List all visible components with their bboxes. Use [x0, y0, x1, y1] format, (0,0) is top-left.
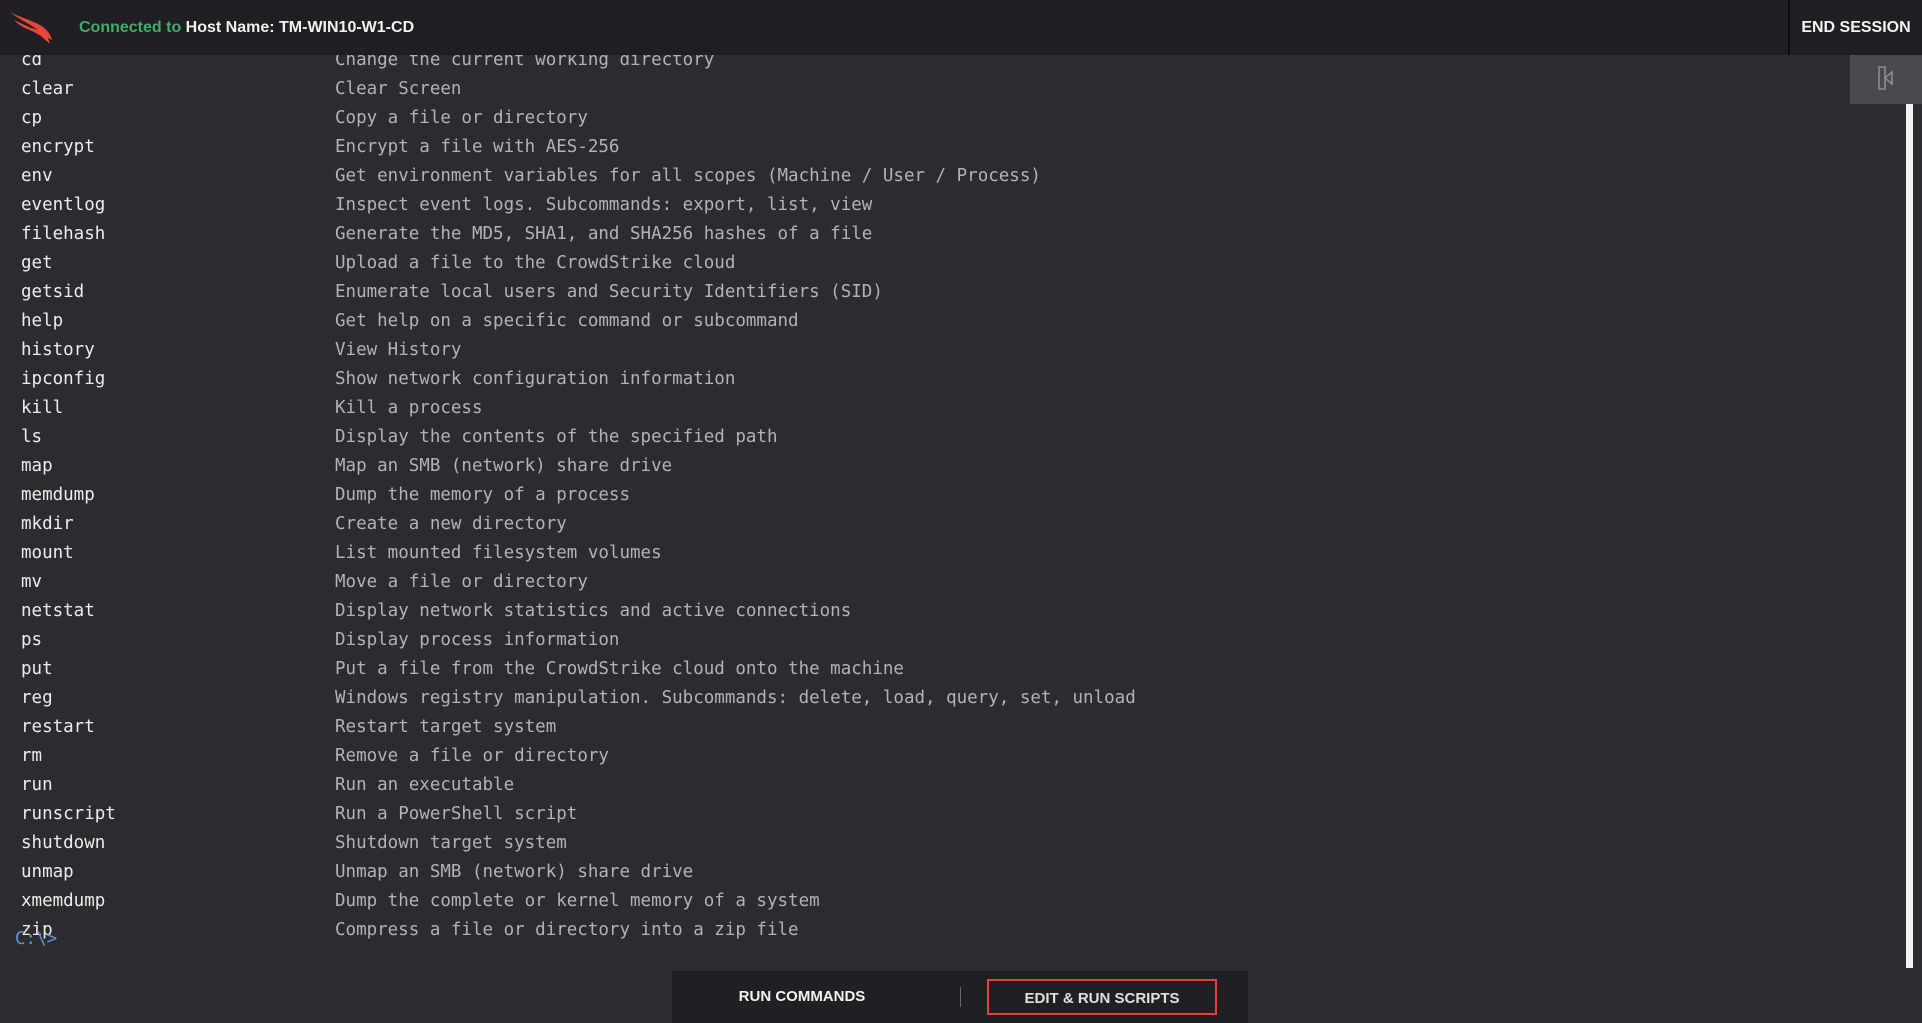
command-description: Encrypt a file with AES-256 — [335, 137, 620, 157]
bottom-tab-bar: RUN COMMANDS EDIT & RUN SCRIPTS — [672, 971, 1248, 1023]
command-description: Remove a file or directory — [335, 746, 609, 766]
command-name: ls — [21, 427, 43, 447]
scrollbar-thumb[interactable] — [1906, 104, 1913, 968]
command-description: Create a new directory — [335, 514, 567, 534]
command-description: List mounted filesystem volumes — [335, 543, 662, 563]
command-description: Compress a file or directory into a zip … — [335, 920, 799, 940]
side-panel-toggle-button[interactable] — [1850, 55, 1922, 104]
command-description: Put a file from the CrowdStrike cloud on… — [335, 659, 904, 679]
command-name: restart — [21, 717, 95, 737]
tab-run-commands[interactable]: RUN COMMANDS — [712, 979, 892, 1015]
command-description: Display the contents of the specified pa… — [335, 427, 778, 447]
command-name: history — [21, 340, 95, 360]
command-name: shutdown — [21, 833, 106, 853]
host-name: Host Name: TM-WIN10-W1-CD — [185, 19, 415, 36]
connected-label: Connected to — [79, 19, 182, 36]
command-description: Copy a file or directory — [335, 108, 588, 128]
command-name: run — [21, 775, 53, 795]
command-name: unmap — [21, 862, 74, 882]
command-name: xmemdump — [21, 891, 106, 911]
terminal-output[interactable]: cd Change the current working directory cl… — [0, 0, 1900, 1023]
command-name: clear — [21, 79, 74, 99]
command-description: Get help on a specific command or subcom… — [335, 311, 799, 331]
command-name: put — [21, 659, 53, 679]
command-description: Unmap an SMB (network) share drive — [335, 862, 694, 882]
command-description: Dump the complete or kernel memory of a … — [335, 891, 820, 911]
command-name: map — [21, 456, 53, 476]
connection-status: Connected to Host Name: TM-WIN10-W1-CD — [79, 19, 414, 37]
command-name: netstat — [21, 601, 95, 621]
command-name: reg — [21, 688, 53, 708]
command-name: env — [21, 166, 53, 186]
command-name: mv — [21, 572, 43, 592]
command-name: cp — [21, 108, 43, 128]
command-name: filehash — [21, 224, 106, 244]
command-name: rm — [21, 746, 43, 766]
command-description: Run an executable — [335, 775, 515, 795]
command-description: Enumerate local users and Security Ident… — [335, 282, 883, 302]
command-description: Kill a process — [335, 398, 483, 418]
command-name: mount — [21, 543, 74, 563]
command-name: getsid — [21, 282, 85, 302]
command-description: View History — [335, 340, 462, 360]
panel-toggle-icon — [1876, 65, 1896, 95]
command-description: Generate the MD5, SHA1, and SHA256 hashe… — [335, 224, 873, 244]
command-name: runscript — [21, 804, 116, 824]
command-description: Display process information — [335, 630, 620, 650]
command-description: Upload a file to the CrowdStrike cloud — [335, 253, 736, 273]
command-description: Dump the memory of a process — [335, 485, 631, 505]
command-description: Clear Screen — [335, 79, 462, 99]
end-session-button[interactable]: END SESSION — [1790, 0, 1922, 55]
command-name: mkdir — [21, 514, 74, 534]
command-description: Windows registry manipulation. Subcomman… — [335, 688, 1136, 708]
command-name: help — [21, 311, 64, 331]
command-description: Show network configuration information — [335, 369, 736, 389]
tab-separator — [960, 987, 961, 1007]
command-prompt[interactable]: C:\> — [15, 925, 57, 954]
command-name: kill — [21, 398, 64, 418]
command-name: eventlog — [21, 195, 106, 215]
tab-edit-run-scripts[interactable]: EDIT & RUN SCRIPTS — [987, 979, 1217, 1015]
command-description: Move a file or directory — [335, 572, 588, 592]
command-description: Restart target system — [335, 717, 557, 737]
command-name: ps — [21, 630, 43, 650]
command-description: Inspect event logs. Subcommands: export,… — [335, 195, 873, 215]
command-description: Get environment variables for all scopes… — [335, 166, 1041, 186]
header-bar: Connected to Host Name: TM-WIN10-W1-CD E… — [0, 0, 1922, 55]
command-name: get — [21, 253, 53, 273]
command-description: Run a PowerShell script — [335, 804, 578, 824]
command-description: Display network statistics and active co… — [335, 601, 852, 621]
command-name: encrypt — [21, 137, 95, 157]
command-description: Map an SMB (network) share drive — [335, 456, 673, 476]
command-name: memdump — [21, 485, 95, 505]
crowdstrike-falcon-logo — [8, 10, 58, 51]
command-description: Shutdown target system — [335, 833, 567, 853]
command-name: ipconfig — [21, 369, 106, 389]
